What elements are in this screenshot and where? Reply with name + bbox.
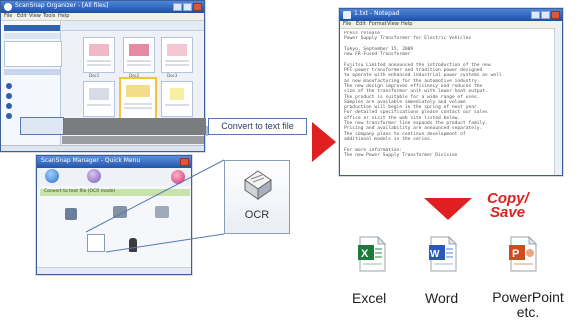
ocr-action-icon[interactable]	[87, 234, 105, 252]
menu-help[interactable]: Help	[58, 13, 69, 19]
arrow-right-icon	[312, 122, 336, 162]
globe-icon[interactable]	[45, 169, 59, 183]
menu-view[interactable]: View	[387, 21, 399, 27]
convert-to-text-callout: Convert to text file	[208, 118, 307, 135]
excel-label: Excel	[352, 290, 387, 306]
ocr-button-zoom[interactable]: OCR	[224, 160, 290, 234]
scan-action-icon[interactable]	[65, 208, 77, 220]
sidebar-item[interactable]	[4, 25, 60, 31]
close-button[interactable]	[551, 11, 560, 19]
organizer-toolbar	[62, 21, 204, 31]
app-icon	[4, 3, 12, 11]
vertical-scrollbar[interactable]	[554, 28, 562, 175]
quick-menu-header: Convert to text file (OCR mode)	[40, 189, 190, 196]
organizer-title: ScanSnap Organizer - [All files]	[15, 2, 109, 9]
svg-text:W: W	[430, 249, 440, 260]
svg-text:X: X	[361, 248, 369, 260]
powerpoint-label: PowerPoint etc.	[488, 290, 568, 320]
document-thumbnail[interactable]	[161, 37, 193, 73]
menu-file[interactable]: File	[4, 13, 12, 19]
sidebar-item[interactable]	[4, 41, 62, 67]
close-button[interactable]	[180, 158, 189, 166]
ocr-icon	[244, 170, 272, 200]
menu-edit[interactable]: Edit	[356, 21, 366, 27]
menu-view[interactable]: View	[29, 13, 41, 19]
notepad-title: 1.txt - Notepad	[354, 10, 400, 17]
document-thumbnail-selected[interactable]	[119, 77, 157, 121]
quick-menu-title: ScanSnap Manager - Quick Menu	[41, 157, 141, 164]
menu-file[interactable]: File	[343, 21, 351, 27]
document-thumbnail[interactable]	[83, 81, 115, 117]
notepad-window: 1.txt - Notepad File Edit Format View He…	[339, 8, 563, 176]
document-thumbnail[interactable]	[123, 37, 155, 73]
notepad-icon	[343, 11, 351, 19]
thumbnail-caption: Doc1	[89, 73, 100, 78]
quick-menu-window: ScanSnap Manager - Quick Menu Convert to…	[36, 155, 192, 275]
menu-tools[interactable]: Tools	[43, 13, 55, 19]
notepad-text-area[interactable]: Press release Power Supply Transformer f…	[344, 31, 552, 169]
printer-action-icon[interactable]	[113, 206, 127, 218]
context-menu-edge	[20, 117, 64, 135]
settings-icon[interactable]	[87, 169, 101, 183]
user-action-icon[interactable]	[129, 238, 137, 252]
minimize-button[interactable]	[173, 3, 182, 11]
close-button[interactable]	[193, 3, 202, 11]
quick-menu-toolbar	[37, 168, 191, 186]
word-label: Word	[425, 290, 459, 306]
thumbnail-caption: Doc3	[167, 73, 178, 78]
etc-label: etc.	[516, 304, 540, 320]
quick-menu-header-text: Convert to text file (OCR mode)	[44, 189, 116, 194]
folder-icon	[6, 103, 12, 109]
ocr-label: OCR	[244, 209, 270, 221]
sidebar-item[interactable]	[4, 69, 60, 75]
email-action-icon[interactable]	[155, 206, 169, 218]
document-thumbnail[interactable]	[161, 81, 193, 117]
context-menu-row	[62, 136, 204, 144]
organizer-statusbar	[1, 145, 204, 151]
save-label: Save	[490, 204, 526, 221]
organizer-menubar: File Edit View Tools Help	[1, 13, 204, 21]
folder-icon	[6, 83, 12, 89]
notepad-menubar: File Edit Format View Help	[340, 21, 562, 29]
help-icon[interactable]	[171, 170, 185, 184]
excel-icon[interactable]: X	[357, 236, 387, 272]
document-thumbnail[interactable]	[83, 37, 115, 73]
menu-edit[interactable]: Edit	[17, 13, 27, 19]
powerpoint-label-text: PowerPoint	[492, 289, 564, 305]
quick-menu-footer	[37, 267, 191, 274]
menu-help[interactable]: Help	[401, 21, 412, 27]
powerpoint-icon[interactable]: P	[508, 236, 538, 272]
minimize-button[interactable]	[531, 11, 540, 19]
sidebar-item[interactable]	[4, 33, 60, 39]
folder-icon	[6, 93, 12, 99]
organizer-titlebar: ScanSnap Organizer - [All files]	[1, 1, 204, 13]
word-icon[interactable]: W	[428, 236, 458, 272]
svg-text:P: P	[512, 248, 519, 260]
copy-save-label: Copy/ Save	[487, 191, 529, 221]
quick-menu-titlebar: ScanSnap Manager - Quick Menu	[37, 156, 191, 168]
arrow-down-icon	[424, 198, 472, 220]
notepad-titlebar: 1.txt - Notepad	[340, 9, 562, 21]
maximize-button[interactable]	[183, 3, 192, 11]
folder-icon	[6, 113, 12, 119]
maximize-button[interactable]	[541, 11, 550, 19]
context-menu-highlight	[62, 118, 206, 135]
menu-format[interactable]: Format	[369, 21, 387, 27]
